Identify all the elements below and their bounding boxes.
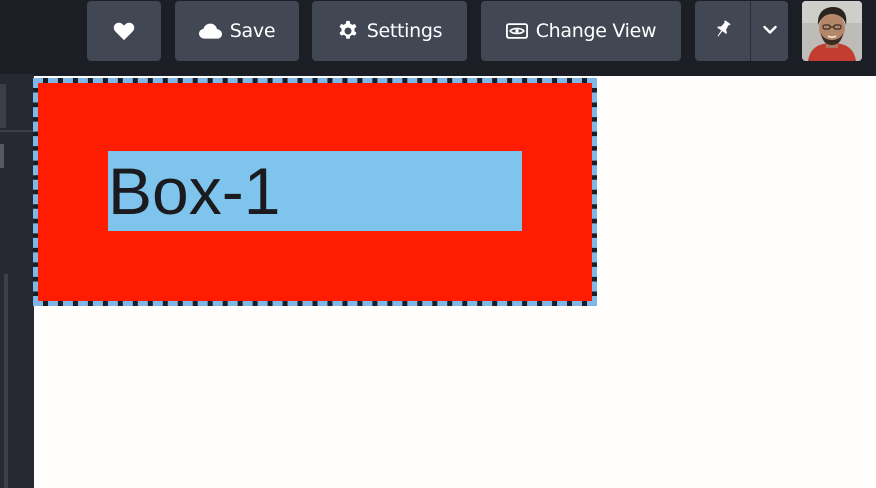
avatar[interactable] xyxy=(802,1,862,61)
pin-split-button xyxy=(695,1,788,61)
settings-button-label: Settings xyxy=(366,20,443,42)
chevron-down-icon xyxy=(762,22,777,40)
settings-button[interactable]: Settings xyxy=(312,1,467,61)
pin-dropdown-button[interactable] xyxy=(751,1,788,61)
left-side-panel xyxy=(0,74,34,488)
panel-tab-handle-secondary[interactable] xyxy=(0,144,4,168)
change-view-button[interactable]: Change View xyxy=(481,1,681,61)
canvas-box-label[interactable]: Box-1 xyxy=(108,151,522,231)
save-button[interactable]: Save xyxy=(175,1,299,61)
panel-tab-handle[interactable] xyxy=(0,84,6,128)
pin-button[interactable] xyxy=(695,1,751,61)
pin-icon xyxy=(713,19,733,44)
change-view-button-label: Change View xyxy=(535,20,657,42)
eye-icon xyxy=(505,22,528,40)
top-toolbar: Save Settings Change View xyxy=(0,0,876,74)
panel-divider xyxy=(0,130,34,132)
save-button-label: Save xyxy=(229,20,276,42)
gear-icon xyxy=(337,20,359,42)
heart-icon xyxy=(113,21,135,41)
panel-scrollbar[interactable] xyxy=(4,274,8,488)
cloud-icon xyxy=(198,23,222,39)
user-avatar-icon xyxy=(802,1,862,61)
favorite-button[interactable] xyxy=(87,1,161,61)
